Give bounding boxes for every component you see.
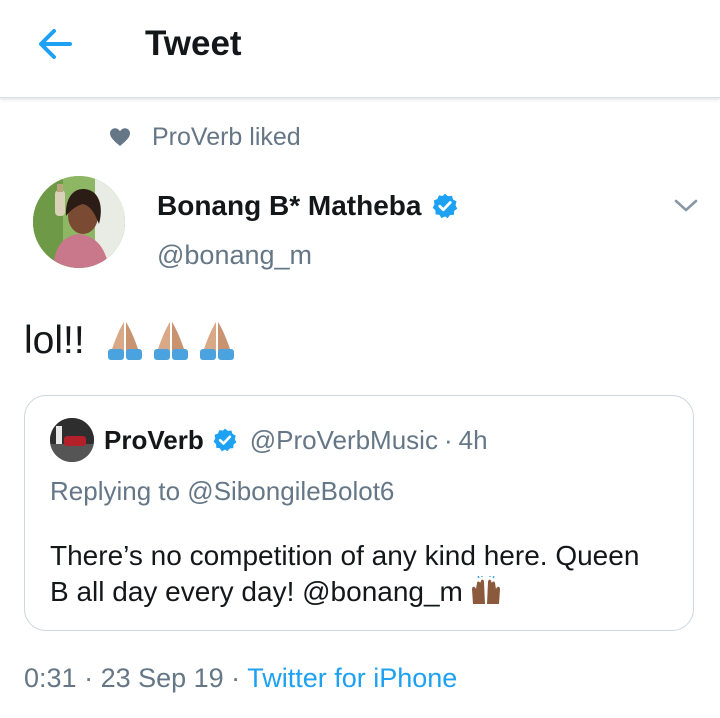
quoted-text-line-2: B all day every day! @bonang_m bbox=[50, 576, 463, 607]
tweet-text: lol!! bbox=[24, 318, 241, 364]
quoted-tweet[interactable]: ProVerb @ProVerbMusic · 4h Replying to @… bbox=[24, 395, 694, 631]
author-display-name: Bonang B* Matheba bbox=[157, 190, 422, 221]
tweet-body: lol!! bbox=[24, 319, 85, 362]
app-header: Tweet bbox=[0, 0, 720, 98]
quoted-avatar bbox=[50, 418, 94, 462]
heart-icon bbox=[110, 128, 130, 146]
replying-to: Replying to @SibongileBolot6 bbox=[50, 476, 395, 506]
tweet-date: 23 Sep 19 bbox=[100, 663, 224, 693]
quoted-profile-photo bbox=[50, 418, 94, 462]
chevron-down-icon bbox=[674, 199, 698, 212]
separator-dot: · bbox=[76, 663, 101, 693]
folded-hands-icon bbox=[107, 322, 142, 360]
verified-badge-icon bbox=[213, 428, 237, 452]
separator-dot: · bbox=[443, 424, 453, 455]
separator-dot: · bbox=[223, 663, 248, 693]
tweet-time: 0:31 bbox=[24, 663, 77, 693]
tweet-menu-button[interactable] bbox=[672, 196, 700, 216]
arrow-left-icon bbox=[39, 29, 72, 59]
author-handle[interactable]: @bonang_m bbox=[157, 240, 312, 271]
social-context: ProVerb liked bbox=[108, 122, 301, 152]
quoted-author-name: ProVerb bbox=[104, 424, 204, 455]
verified-badge-icon bbox=[433, 193, 458, 219]
quoted-text-line-2-wrap: B all day every day! @bonang_m bbox=[50, 574, 680, 610]
profile-photo bbox=[33, 176, 125, 268]
author-name[interactable]: Bonang B* Matheba bbox=[157, 190, 459, 222]
quoted-author-handle: @ProVerbMusic bbox=[249, 424, 438, 455]
page-title: Tweet bbox=[145, 24, 242, 63]
quoted-tweet-body: There’s no competition of any kind here.… bbox=[50, 538, 680, 610]
folded-hands-icon bbox=[153, 322, 188, 360]
tweet-footer: 0:31 · 23 Sep 19 · Twitter for iPhone bbox=[24, 663, 457, 694]
avatar[interactable] bbox=[33, 176, 125, 268]
quoted-timestamp: 4h bbox=[458, 424, 488, 455]
raising-hands-icon bbox=[471, 576, 500, 604]
quoted-tweet-header: ProVerb @ProVerbMusic · 4h bbox=[50, 418, 488, 462]
emoji-group bbox=[103, 318, 241, 364]
tweet-source-link[interactable]: Twitter for iPhone bbox=[247, 663, 457, 693]
social-context-label: ProVerb liked bbox=[152, 122, 301, 151]
quoted-text-line-1: There’s no competition of any kind here.… bbox=[50, 540, 640, 571]
back-button[interactable] bbox=[36, 26, 76, 62]
folded-hands-icon bbox=[199, 322, 234, 360]
